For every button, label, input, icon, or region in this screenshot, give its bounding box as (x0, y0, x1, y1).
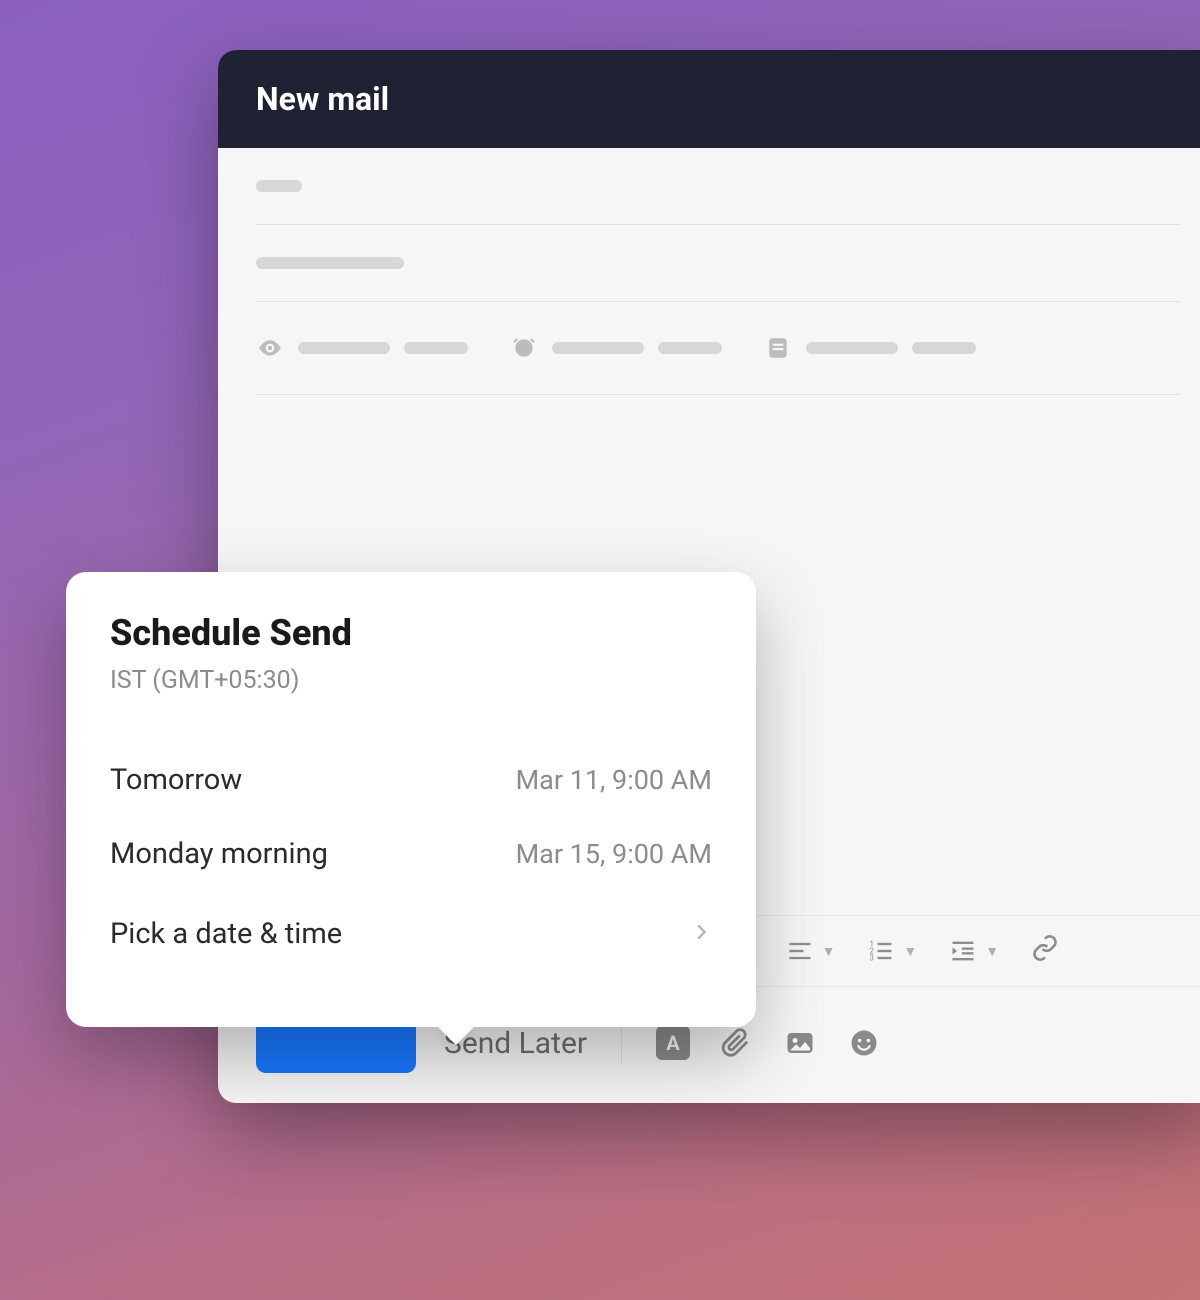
schedule-send-popover: Schedule Send IST (GMT+05:30) Tomorrow M… (66, 572, 756, 1027)
format-toggle-button[interactable]: A (656, 1026, 690, 1060)
schedule-option-monday[interactable]: Monday morning Mar 15, 9:00 AM (110, 817, 712, 891)
schedule-option-time: Mar 15, 9:00 AM (516, 838, 712, 870)
popover-timezone: IST (GMT+05:30) (110, 666, 712, 695)
popover-title: Schedule Send (110, 612, 712, 654)
compose-title: New mail (218, 50, 1200, 148)
chevron-right-icon (690, 917, 712, 951)
schedule-option-label: Tomorrow (110, 763, 242, 797)
align-button[interactable]: ▼ (786, 937, 836, 965)
alarm-clock-icon (510, 334, 538, 362)
list-button[interactable]: 123 ▼ (867, 937, 917, 965)
to-placeholder (256, 180, 302, 192)
attachment-button[interactable] (718, 1025, 754, 1061)
eye-icon (256, 334, 284, 362)
pick-date-time-label: Pick a date & time (110, 917, 342, 951)
tracking-options-row (256, 302, 1180, 395)
schedule-option-time: Mar 11, 9:00 AM (516, 764, 712, 796)
reminder-option[interactable] (510, 334, 722, 362)
schedule-option-tomorrow[interactable]: Tomorrow Mar 11, 9:00 AM (110, 743, 712, 817)
link-button[interactable] (1031, 934, 1059, 968)
pick-date-time-option[interactable]: Pick a date & time (110, 897, 712, 971)
schedule-option-label: Monday morning (110, 837, 328, 871)
subject-placeholder (256, 257, 404, 269)
subject-field-row[interactable] (256, 225, 1180, 302)
emoji-button[interactable] (846, 1025, 882, 1061)
insert-image-button[interactable] (782, 1025, 818, 1061)
read-receipt-option[interactable] (256, 334, 468, 362)
svg-text:3: 3 (870, 952, 875, 962)
template-icon (764, 334, 792, 362)
indent-button[interactable]: ▼ (949, 937, 999, 965)
to-field-row[interactable] (256, 148, 1180, 225)
template-option[interactable] (764, 334, 976, 362)
